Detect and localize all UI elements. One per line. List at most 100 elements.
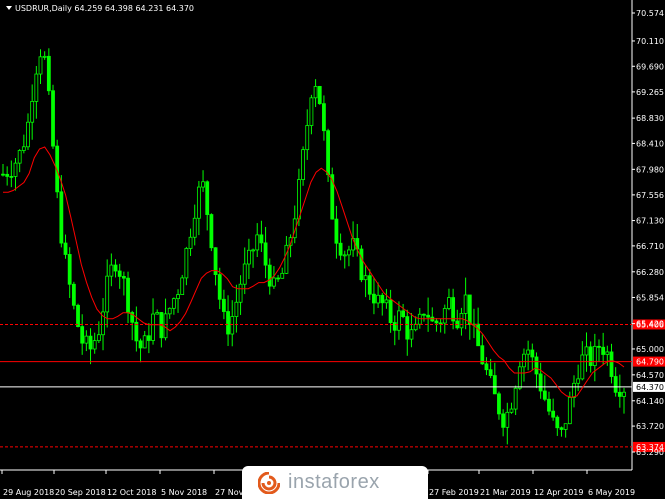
candle-body bbox=[538, 373, 543, 392]
candle-body bbox=[96, 334, 101, 342]
symbol-info: USDRUR,Daily 64.259 64.398 64.231 64.370 bbox=[15, 4, 194, 13]
candle-body bbox=[221, 298, 226, 312]
y-tick-label: 66.280 bbox=[636, 268, 664, 277]
candle-body bbox=[342, 254, 347, 257]
y-tick-label: 64.140 bbox=[636, 397, 664, 406]
candle-body bbox=[401, 310, 406, 318]
candle-body bbox=[109, 264, 114, 277]
instaforex-logo-icon bbox=[257, 471, 281, 494]
watermark-text: instaforex bbox=[288, 471, 380, 493]
level-price-label: 64.370 bbox=[636, 383, 664, 392]
y-tick-label: 65.000 bbox=[636, 345, 664, 354]
candle-body bbox=[488, 369, 493, 376]
candle-body bbox=[459, 313, 464, 329]
candle-body bbox=[397, 310, 401, 331]
candle-body bbox=[30, 101, 35, 123]
candle-body bbox=[613, 376, 618, 393]
y-tick-label: 70.110 bbox=[636, 37, 664, 46]
y-tick-label: 65.420 bbox=[636, 320, 664, 329]
candle-body bbox=[71, 283, 76, 306]
candle-body bbox=[526, 349, 531, 355]
y-tick-label: 67.980 bbox=[636, 165, 664, 174]
x-tick-label: 29 Aug 2018 bbox=[3, 488, 54, 497]
candle-body bbox=[509, 408, 514, 413]
candle-body bbox=[501, 413, 506, 428]
candle-body bbox=[46, 55, 51, 92]
x-tick-label: 6 May 2019 bbox=[588, 488, 635, 497]
candle-body bbox=[192, 217, 197, 238]
candle-body bbox=[392, 322, 397, 331]
candle-body bbox=[134, 321, 139, 342]
candle-body bbox=[251, 249, 255, 252]
candle-body bbox=[313, 86, 318, 99]
candle-body bbox=[13, 162, 18, 177]
candle-body bbox=[442, 308, 447, 324]
candle-body bbox=[447, 297, 451, 309]
candle-body bbox=[209, 214, 214, 249]
candle-body bbox=[597, 345, 601, 348]
candle-body bbox=[405, 316, 410, 340]
candle-body bbox=[576, 378, 581, 384]
candle-body bbox=[559, 427, 564, 430]
candle-body bbox=[51, 90, 55, 147]
candle-body bbox=[592, 345, 597, 366]
y-tick-label: 66.710 bbox=[636, 242, 664, 251]
candle-body bbox=[555, 416, 560, 429]
candle-body bbox=[451, 297, 456, 322]
y-tick-label: 67.130 bbox=[636, 217, 664, 226]
candle-body bbox=[259, 234, 264, 244]
candle-body bbox=[255, 234, 260, 251]
candle-body bbox=[580, 354, 585, 380]
candle-body bbox=[517, 366, 522, 389]
candle-body bbox=[563, 423, 568, 430]
candle-body bbox=[513, 387, 518, 410]
candle-body bbox=[297, 179, 301, 220]
candle-body bbox=[59, 191, 64, 244]
candle-body bbox=[588, 346, 593, 366]
candle-body bbox=[242, 263, 247, 285]
candle-body bbox=[88, 335, 93, 350]
candle-body bbox=[622, 391, 626, 397]
candle-body bbox=[409, 329, 414, 340]
candle-body bbox=[338, 242, 343, 256]
candle-body bbox=[151, 313, 155, 341]
candle-body bbox=[317, 86, 322, 105]
candle bbox=[71, 281, 76, 310]
candle-body bbox=[17, 150, 22, 164]
candle-body bbox=[142, 335, 147, 349]
candle bbox=[330, 167, 335, 220]
candle-body bbox=[372, 293, 376, 304]
x-tick-label: 21 Mar 2019 bbox=[480, 488, 531, 497]
chart-header: USDRUR,Daily 64.259 64.398 64.231 64.370 bbox=[6, 4, 194, 13]
candle-body bbox=[572, 382, 576, 398]
watermark: instaforex bbox=[242, 466, 428, 499]
candle-body bbox=[301, 149, 305, 180]
candle-body bbox=[322, 103, 326, 132]
candle-body bbox=[567, 397, 572, 425]
y-tick-label: 69.690 bbox=[636, 62, 664, 71]
candle-body bbox=[334, 218, 339, 244]
candle-body bbox=[367, 275, 372, 295]
candle-body bbox=[176, 294, 180, 300]
y-tick-label: 68.830 bbox=[636, 114, 664, 123]
price-chart: 65.40664.79064.37063.374 70.57470.11069.… bbox=[0, 0, 665, 499]
candle-body bbox=[617, 391, 622, 397]
candle-body bbox=[84, 335, 89, 344]
candle-body bbox=[238, 283, 243, 303]
candle-body bbox=[26, 121, 30, 148]
candle-body bbox=[542, 390, 547, 400]
candle bbox=[51, 84, 55, 149]
candle-body bbox=[326, 130, 330, 176]
candle-body bbox=[413, 323, 418, 331]
candle-body bbox=[522, 353, 526, 368]
candle-body bbox=[305, 125, 310, 151]
candle-body bbox=[276, 277, 280, 280]
candle-body bbox=[34, 73, 39, 102]
candle-body bbox=[263, 242, 268, 266]
y-tick-label: 68.410 bbox=[636, 139, 664, 148]
candle-body bbox=[434, 320, 439, 324]
candle-body bbox=[113, 264, 118, 272]
candle-body bbox=[38, 56, 43, 75]
candle-body bbox=[76, 304, 80, 327]
candle-body bbox=[171, 298, 176, 309]
